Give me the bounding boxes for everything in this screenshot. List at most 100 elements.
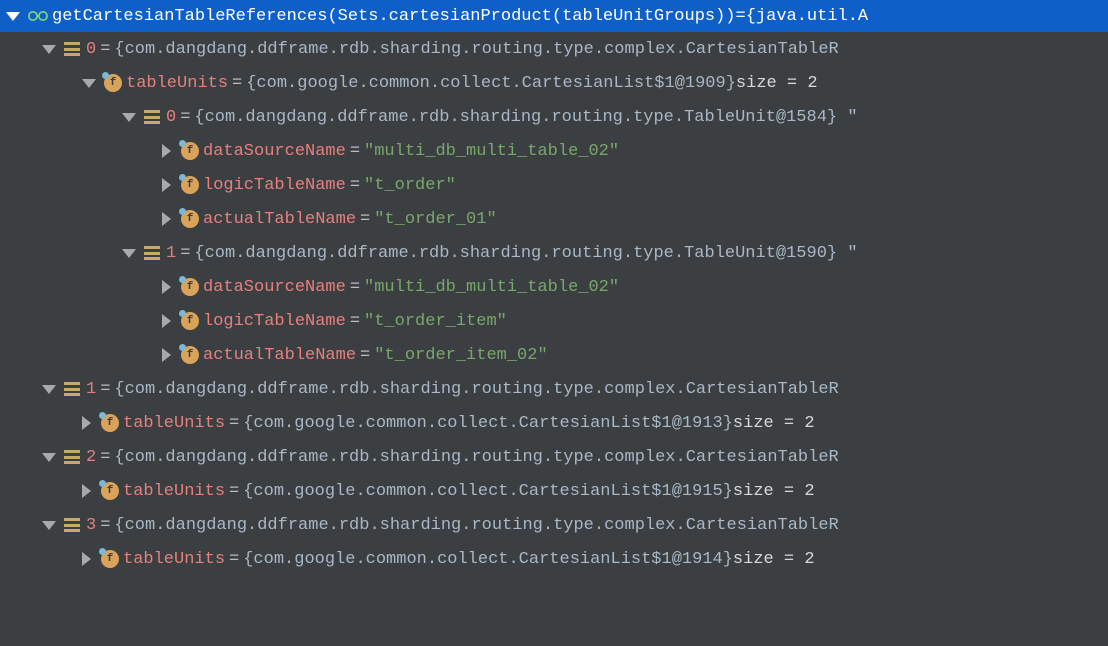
- field-icon: f: [101, 414, 119, 432]
- field-icon: f: [181, 346, 199, 364]
- node-index: 0: [86, 40, 96, 59]
- tree-node[interactable]: 2 = {com.dangdang.ddframe.rdb.sharding.r…: [0, 440, 1108, 474]
- tree-node[interactable]: f tableUnits = {com.google.common.collec…: [0, 406, 1108, 440]
- tree-node[interactable]: 3 = {com.dangdang.ddframe.rdb.sharding.r…: [0, 508, 1108, 542]
- node-value: {com.dangdang.ddframe.rdb.sharding.routi…: [114, 448, 838, 467]
- chevron-right-icon[interactable]: [162, 314, 171, 328]
- size-label: size = 2: [733, 414, 815, 433]
- tree-node[interactable]: f dataSourceName = "multi_db_multi_table…: [0, 270, 1108, 304]
- field-icon: f: [101, 550, 119, 568]
- list-icon: [144, 110, 160, 124]
- equals: =: [360, 346, 370, 365]
- node-value: {com.dangdang.ddframe.rdb.sharding.routi…: [114, 40, 838, 59]
- field-name: tableUnits: [126, 74, 228, 93]
- node-index: 1: [86, 380, 96, 399]
- tree-node[interactable]: f tableUnits = {com.google.common.collec…: [0, 474, 1108, 508]
- field-name: actualTableName: [203, 210, 356, 229]
- field-value: {com.google.common.collect.CartesianList…: [243, 550, 733, 569]
- chevron-down-icon[interactable]: [42, 45, 56, 54]
- node-index: 0: [166, 108, 176, 127]
- tree-node[interactable]: f logicTableName = "t_order_item": [0, 304, 1108, 338]
- field-value: "t_order_item": [364, 312, 507, 331]
- equals: =: [100, 448, 110, 467]
- chevron-down-icon[interactable]: [42, 521, 56, 530]
- node-value: {com.dangdang.ddframe.rdb.sharding.routi…: [194, 244, 857, 263]
- field-value: {com.google.common.collect.CartesianList…: [243, 482, 733, 501]
- field-name: logicTableName: [203, 312, 346, 331]
- equals: =: [229, 482, 239, 501]
- equals: =: [229, 414, 239, 433]
- watch-header[interactable]: getCartesianTableReferences(Sets.cartesi…: [0, 0, 1108, 32]
- size-label: size = 2: [733, 482, 815, 501]
- glasses-icon: [28, 9, 48, 23]
- size-label: size = 2: [733, 550, 815, 569]
- field-value: "multi_db_multi_table_02": [364, 142, 619, 161]
- tree-node[interactable]: f actualTableName = "t_order_01": [0, 202, 1108, 236]
- chevron-right-icon[interactable]: [162, 348, 171, 362]
- list-icon: [64, 42, 80, 56]
- field-value: "t_order_01": [374, 210, 496, 229]
- field-value: {com.google.common.collect.CartesianList…: [243, 414, 733, 433]
- list-icon: [64, 450, 80, 464]
- size-label: size = 2: [736, 74, 818, 93]
- chevron-down-icon[interactable]: [122, 113, 136, 122]
- node-value: {com.dangdang.ddframe.rdb.sharding.routi…: [114, 380, 838, 399]
- node-index: 3: [86, 516, 96, 535]
- node-value: {com.dangdang.ddframe.rdb.sharding.routi…: [194, 108, 857, 127]
- chevron-right-icon[interactable]: [162, 212, 171, 226]
- node-index: 1: [166, 244, 176, 263]
- tree-node[interactable]: f tableUnits = {com.google.common.collec…: [0, 542, 1108, 576]
- field-name: tableUnits: [123, 550, 225, 569]
- chevron-down-icon[interactable]: [6, 12, 20, 21]
- field-icon: f: [181, 312, 199, 330]
- chevron-right-icon[interactable]: [162, 144, 171, 158]
- equals: =: [350, 312, 360, 331]
- field-icon: f: [181, 278, 199, 296]
- watch-expression: getCartesianTableReferences(Sets.cartesi…: [52, 7, 736, 26]
- equals: =: [180, 244, 190, 263]
- equals: =: [180, 108, 190, 127]
- field-value: "t_order": [364, 176, 456, 195]
- chevron-down-icon[interactable]: [42, 385, 56, 394]
- list-icon: [144, 246, 160, 260]
- field-name: logicTableName: [203, 176, 346, 195]
- chevron-right-icon[interactable]: [82, 552, 91, 566]
- list-icon: [64, 382, 80, 396]
- equals: =: [100, 40, 110, 59]
- equals: =: [350, 278, 360, 297]
- field-name: actualTableName: [203, 346, 356, 365]
- node-value: {com.dangdang.ddframe.rdb.sharding.routi…: [114, 516, 838, 535]
- chevron-right-icon[interactable]: [162, 280, 171, 294]
- field-name: dataSourceName: [203, 142, 346, 161]
- field-name: tableUnits: [123, 414, 225, 433]
- tree-node[interactable]: f logicTableName = "t_order": [0, 168, 1108, 202]
- tree-node[interactable]: 1 = {com.dangdang.ddframe.rdb.sharding.r…: [0, 372, 1108, 406]
- tree-node[interactable]: f tableUnits = {com.google.common.collec…: [0, 66, 1108, 100]
- chevron-right-icon[interactable]: [82, 484, 91, 498]
- field-icon: f: [181, 176, 199, 194]
- equals: =: [350, 142, 360, 161]
- field-value: {com.google.common.collect.CartesianList…: [246, 74, 736, 93]
- field-icon: f: [181, 142, 199, 160]
- chevron-down-icon[interactable]: [82, 79, 96, 88]
- tree-node[interactable]: 0 = {com.dangdang.ddframe.rdb.sharding.r…: [0, 100, 1108, 134]
- chevron-right-icon[interactable]: [162, 178, 171, 192]
- field-icon: f: [101, 482, 119, 500]
- field-value: "t_order_item_02": [374, 346, 547, 365]
- field-name: tableUnits: [123, 482, 225, 501]
- equals: =: [350, 176, 360, 195]
- equals: =: [360, 210, 370, 229]
- node-index: 2: [86, 448, 96, 467]
- tree-node[interactable]: 1 = {com.dangdang.ddframe.rdb.sharding.r…: [0, 236, 1108, 270]
- tree-node[interactable]: f dataSourceName = "multi_db_multi_table…: [0, 134, 1108, 168]
- chevron-right-icon[interactable]: [82, 416, 91, 430]
- equals: =: [232, 74, 242, 93]
- watch-value: {java.util.A: [746, 7, 868, 26]
- chevron-down-icon[interactable]: [42, 453, 56, 462]
- tree-node[interactable]: 0 = {com.dangdang.ddframe.rdb.sharding.r…: [0, 32, 1108, 66]
- chevron-down-icon[interactable]: [122, 249, 136, 258]
- equals: =: [100, 380, 110, 399]
- equals: =: [736, 7, 746, 26]
- field-name: dataSourceName: [203, 278, 346, 297]
- tree-node[interactable]: f actualTableName = "t_order_item_02": [0, 338, 1108, 372]
